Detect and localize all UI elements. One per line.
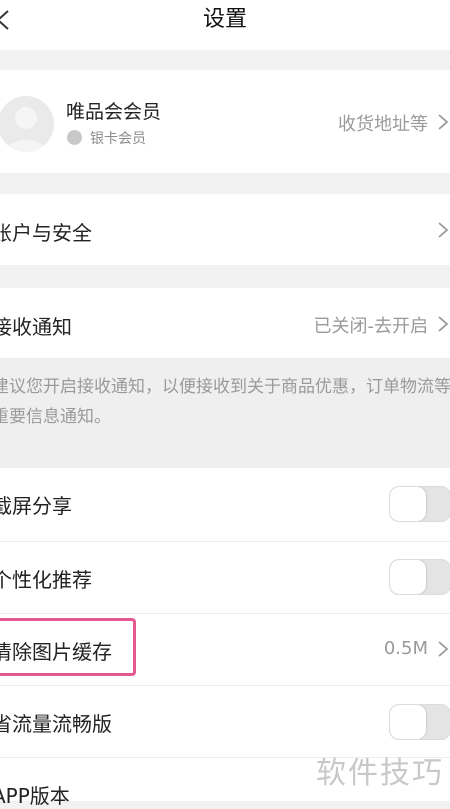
account-security-label: 账户与安全 bbox=[0, 221, 92, 245]
divider bbox=[0, 541, 450, 542]
cache-size-value: 0.5M bbox=[383, 638, 428, 659]
screenshot-share-label: 截屏分享 bbox=[0, 494, 72, 518]
chevron-right-icon bbox=[436, 314, 450, 334]
data-saver-label: 省流量流畅版 bbox=[0, 712, 112, 736]
divider bbox=[0, 685, 450, 686]
personalized-recommend-toggle[interactable] bbox=[389, 559, 450, 595]
chevron-right-icon bbox=[436, 639, 450, 659]
avatar bbox=[0, 96, 54, 152]
notification-status[interactable]: 已关闭-去开启 bbox=[314, 312, 429, 338]
page-title: 设置 bbox=[202, 7, 247, 32]
chevron-right-icon bbox=[436, 220, 450, 240]
watermark: 软件技巧 bbox=[316, 756, 444, 791]
notification-label: 接收通知 bbox=[0, 315, 72, 339]
screenshot-share-toggle[interactable] bbox=[389, 486, 450, 522]
divider bbox=[0, 613, 450, 614]
highlight-box bbox=[0, 618, 136, 676]
app-version-label[interactable]: APP版本 bbox=[0, 780, 70, 809]
profile-name: 唯品会会员 bbox=[66, 101, 162, 123]
data-saver-toggle[interactable] bbox=[389, 704, 450, 740]
chevron-right-icon bbox=[436, 112, 450, 132]
member-level: 银卡会员 bbox=[90, 131, 146, 147]
notification-notice-text: 建议您开启接收通知，以便接收到关于商品优惠，订单物流等重要信息通知。 bbox=[0, 377, 450, 427]
member-level-icon bbox=[67, 130, 82, 145]
personalized-recommend-label: 个性化推荐 bbox=[0, 568, 92, 592]
address-link[interactable]: 收货地址等 bbox=[338, 110, 428, 136]
